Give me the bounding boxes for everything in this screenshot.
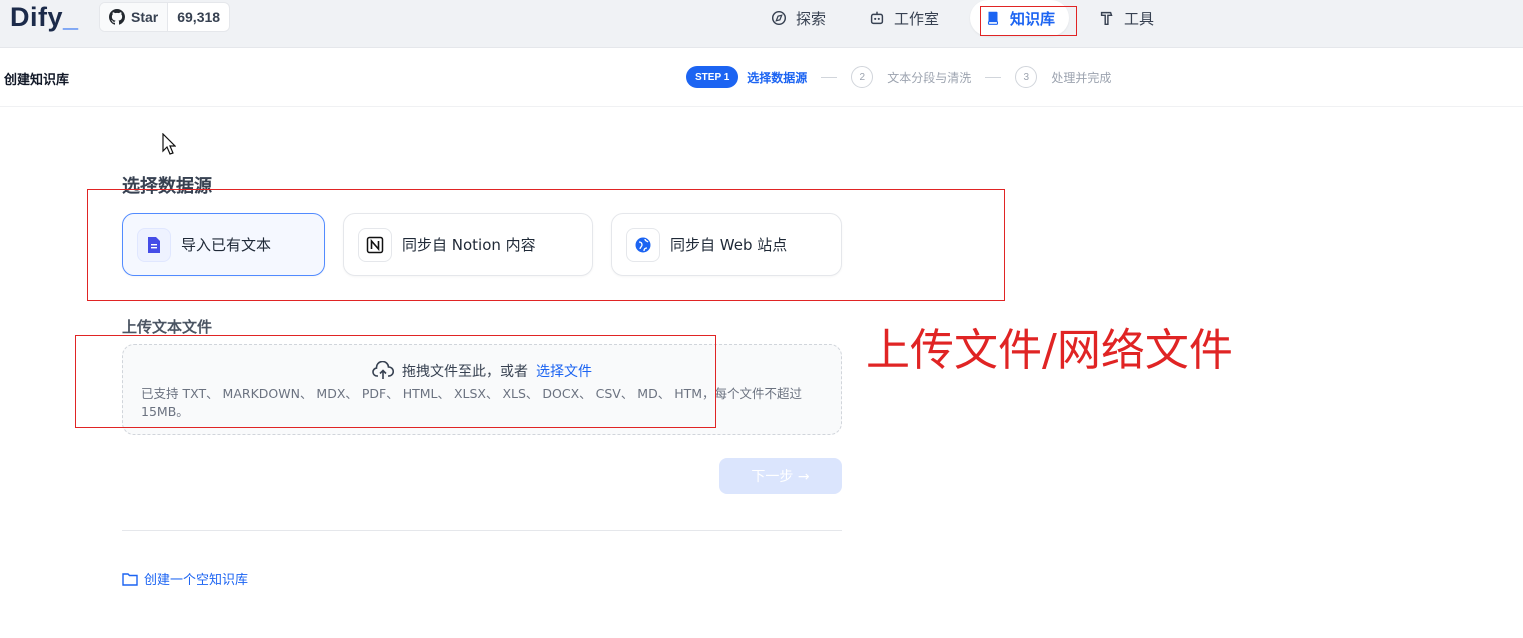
step-2-label: 文本分段与清洗 — [887, 70, 972, 85]
nav-tools[interactable]: 工具 — [1098, 0, 1154, 36]
step-divider — [985, 76, 1002, 78]
page-title: 创建知识库 — [4, 73, 70, 88]
web-icon — [626, 227, 660, 262]
upload-title: 上传文本文件 — [122, 318, 213, 336]
step-1-label: 选择数据源 — [747, 70, 808, 85]
robot-icon — [870, 11, 884, 25]
supported-formats-tip: 已支持 TXT、 MARKDOWN、 MDX、 PDF、 HTML、 XLSX、… — [141, 386, 803, 419]
dropzone-drag-text: 拖拽文件至此，或者 — [402, 364, 528, 380]
step-3-number: 3 — [1015, 66, 1038, 88]
github-star-widget[interactable]: Star 69,318 — [99, 2, 231, 32]
annotation-text: 上传文件/网络文件 — [866, 325, 1233, 376]
hammer-icon — [1100, 11, 1113, 26]
datasource-option-label: 同步自 Notion 内容 — [402, 236, 536, 254]
step-1-badge: STEP 1 — [686, 66, 739, 88]
datasource-option-label: 同步自 Web 站点 — [670, 236, 788, 254]
datasource-option-label: 导入已有文本 — [181, 236, 272, 254]
stepper: STEP 1 选择数据源 2 文本分段与清洗 3 处理并完成 — [686, 66, 1111, 88]
create-empty-knowledge-link[interactable]: 创建一个空知识库 — [122, 569, 248, 588]
folder-icon — [122, 572, 138, 586]
nav-studio[interactable]: 工作室 — [868, 0, 939, 36]
nav-knowledge[interactable]: 知识库 — [970, 0, 1070, 36]
github-star-button[interactable]: Star — [100, 3, 169, 31]
notion-icon — [358, 227, 392, 262]
step-divider — [821, 76, 838, 78]
select-file-link[interactable]: 选择文件 — [536, 361, 592, 381]
book-icon — [987, 11, 999, 25]
document-icon — [137, 227, 171, 262]
mouse-cursor-icon — [162, 133, 176, 155]
github-star-label: Star — [131, 9, 159, 25]
datasource-title: 选择数据源 — [122, 176, 212, 197]
next-step-button[interactable]: 下一步 → — [719, 458, 842, 494]
divider — [122, 530, 842, 531]
dify-logo[interactable]: Dify_ — [10, 2, 79, 33]
github-icon — [109, 9, 125, 25]
datasource-option-file[interactable]: 导入已有文本 — [122, 213, 325, 276]
github-star-count: 69,318 — [177, 9, 221, 25]
datasource-option-web[interactable]: 同步自 Web 站点 — [611, 213, 842, 276]
cloud-upload-icon — [372, 361, 394, 379]
file-dropzone[interactable]: 拖拽文件至此，或者 选择文件 已支持 TXT、 MARKDOWN、 MDX、 PD… — [122, 344, 842, 435]
step-2-number: 2 — [851, 66, 874, 88]
step-3-label: 处理并完成 — [1051, 70, 1112, 85]
explore-icon — [771, 10, 787, 26]
nav-explore[interactable]: 探索 — [770, 0, 826, 36]
datasource-option-notion[interactable]: 同步自 Notion 内容 — [343, 213, 593, 276]
